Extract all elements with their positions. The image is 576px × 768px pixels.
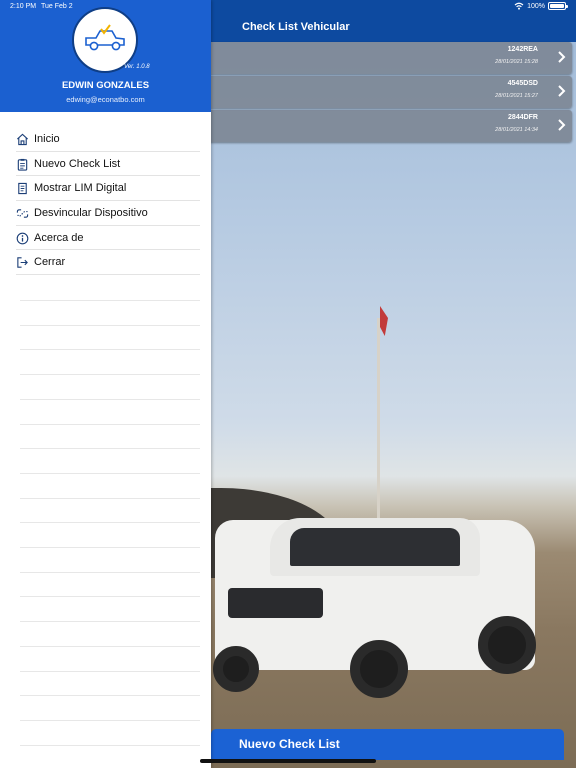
drawer-row-divider (20, 645, 200, 647)
user-email: edwing@econatbo.com (66, 95, 145, 104)
menu-item-label: Desvincular Dispositivo (34, 207, 148, 220)
photo-truck-wheel (350, 640, 408, 698)
drawer-row-divider (20, 670, 200, 672)
drawer-row-divider (20, 522, 200, 524)
user-name: EDWIN GONZALES (61, 80, 150, 91)
menu-item-label: Cerrar (34, 256, 66, 269)
checklist-plate: 4545DSD (507, 80, 538, 87)
menu-item-label: Acerca de (34, 231, 84, 244)
document-icon (18, 183, 27, 195)
photo-truck-wheel (213, 646, 259, 692)
new-checklist-button-label: Nuevo Check List (239, 737, 340, 751)
photo-truck-grille (228, 588, 323, 618)
chevron-right-icon (558, 51, 566, 63)
menu-item-label: Nuevo Check List (34, 157, 121, 170)
checklist-datetime: 28/01/2021 14:34 (495, 127, 538, 133)
chevron-right-icon (558, 119, 566, 131)
checklist-datetime: 28/01/2021 15:27 (495, 93, 538, 99)
photo-truck-wheel (478, 616, 536, 674)
drawer-row-divider (20, 398, 200, 400)
wifi-icon (514, 2, 524, 10)
checklist-plate: 2844DFR (508, 114, 538, 121)
menu-item-acerca-de[interactable]: Acerca de (16, 226, 200, 251)
app-version: Ver. 1.0.8 (124, 64, 150, 70)
clipboard-icon (17, 158, 28, 171)
checklist-card[interactable]: 4545DSD 28/01/2021 15:27 (205, 76, 572, 108)
battery-icon (548, 2, 568, 10)
photo-truck-window (290, 528, 460, 566)
status-indicators: 100% (514, 2, 568, 10)
drawer-menu: Inicio Nuevo Check List Mostrar LIM Digi… (0, 127, 211, 276)
chevron-right-icon (558, 85, 566, 97)
drawer-row-divider (20, 621, 200, 623)
drawer-header: Ver. 1.0.8 EDWIN GONZALES edwing@econatb… (0, 0, 211, 112)
drawer-row-divider (20, 423, 200, 425)
drawer-row-divider (20, 472, 200, 474)
photo-flag (380, 306, 388, 336)
side-drawer: Ver. 1.0.8 EDWIN GONZALES edwing@econatb… (0, 0, 211, 768)
drawer-row-divider (20, 324, 200, 326)
battery-fill (550, 4, 564, 8)
battery-tip (566, 5, 568, 8)
home-indicator[interactable] (200, 759, 376, 763)
battery-percent: 100% (527, 2, 545, 10)
status-time: 2:10 PM (10, 3, 37, 10)
status-bar: 2:10 PM Tue Feb 2 100% (0, 0, 576, 14)
drawer-row-divider (20, 596, 200, 598)
drawer-row-divider (20, 571, 200, 573)
drawer-row-divider (20, 448, 200, 450)
drawer-row-divider (20, 374, 200, 376)
logout-icon (17, 257, 28, 269)
checklist-plate: 1242REA (507, 46, 538, 53)
checklist-datetime: 28/01/2021 15:28 (495, 59, 538, 65)
truck-check-icon (85, 24, 125, 51)
drawer-row-divider (20, 547, 200, 548)
menu-item-nuevo-check-list[interactable]: Nuevo Check List (16, 152, 200, 177)
drawer-row-divider (20, 695, 200, 697)
checklist-card[interactable]: 1242REA 28/01/2021 15:28 (205, 42, 572, 74)
menu-item-label: Inicio (34, 133, 60, 145)
drawer-row-divider (20, 719, 200, 721)
drawer-row-divider (20, 349, 200, 351)
checklist-card[interactable]: 2844DFR 28/01/2021 14:34 (205, 110, 572, 142)
unlink-icon (16, 209, 29, 218)
menu-item-inicio[interactable]: Inicio (16, 127, 200, 152)
drawer-row-divider (20, 300, 200, 301)
status-date: Tue Feb 2 (41, 3, 73, 10)
menu-item-desvincular-dispositivo[interactable]: Desvincular Dispositivo (16, 201, 200, 226)
drawer-row-divider (20, 744, 200, 746)
new-checklist-button[interactable]: Nuevo Check List (211, 729, 564, 760)
menu-item-label: Mostrar LIM Digital (34, 182, 127, 195)
drawer-row-divider (20, 497, 200, 499)
home-icon (17, 133, 28, 146)
photo-flag-pole (377, 318, 380, 523)
info-icon (16, 232, 29, 245)
page-title: Check List Vehicular (242, 21, 350, 33)
menu-item-cerrar[interactable]: Cerrar (16, 250, 200, 276)
menu-item-mostrar-lim-digital[interactable]: Mostrar LIM Digital (16, 176, 200, 202)
